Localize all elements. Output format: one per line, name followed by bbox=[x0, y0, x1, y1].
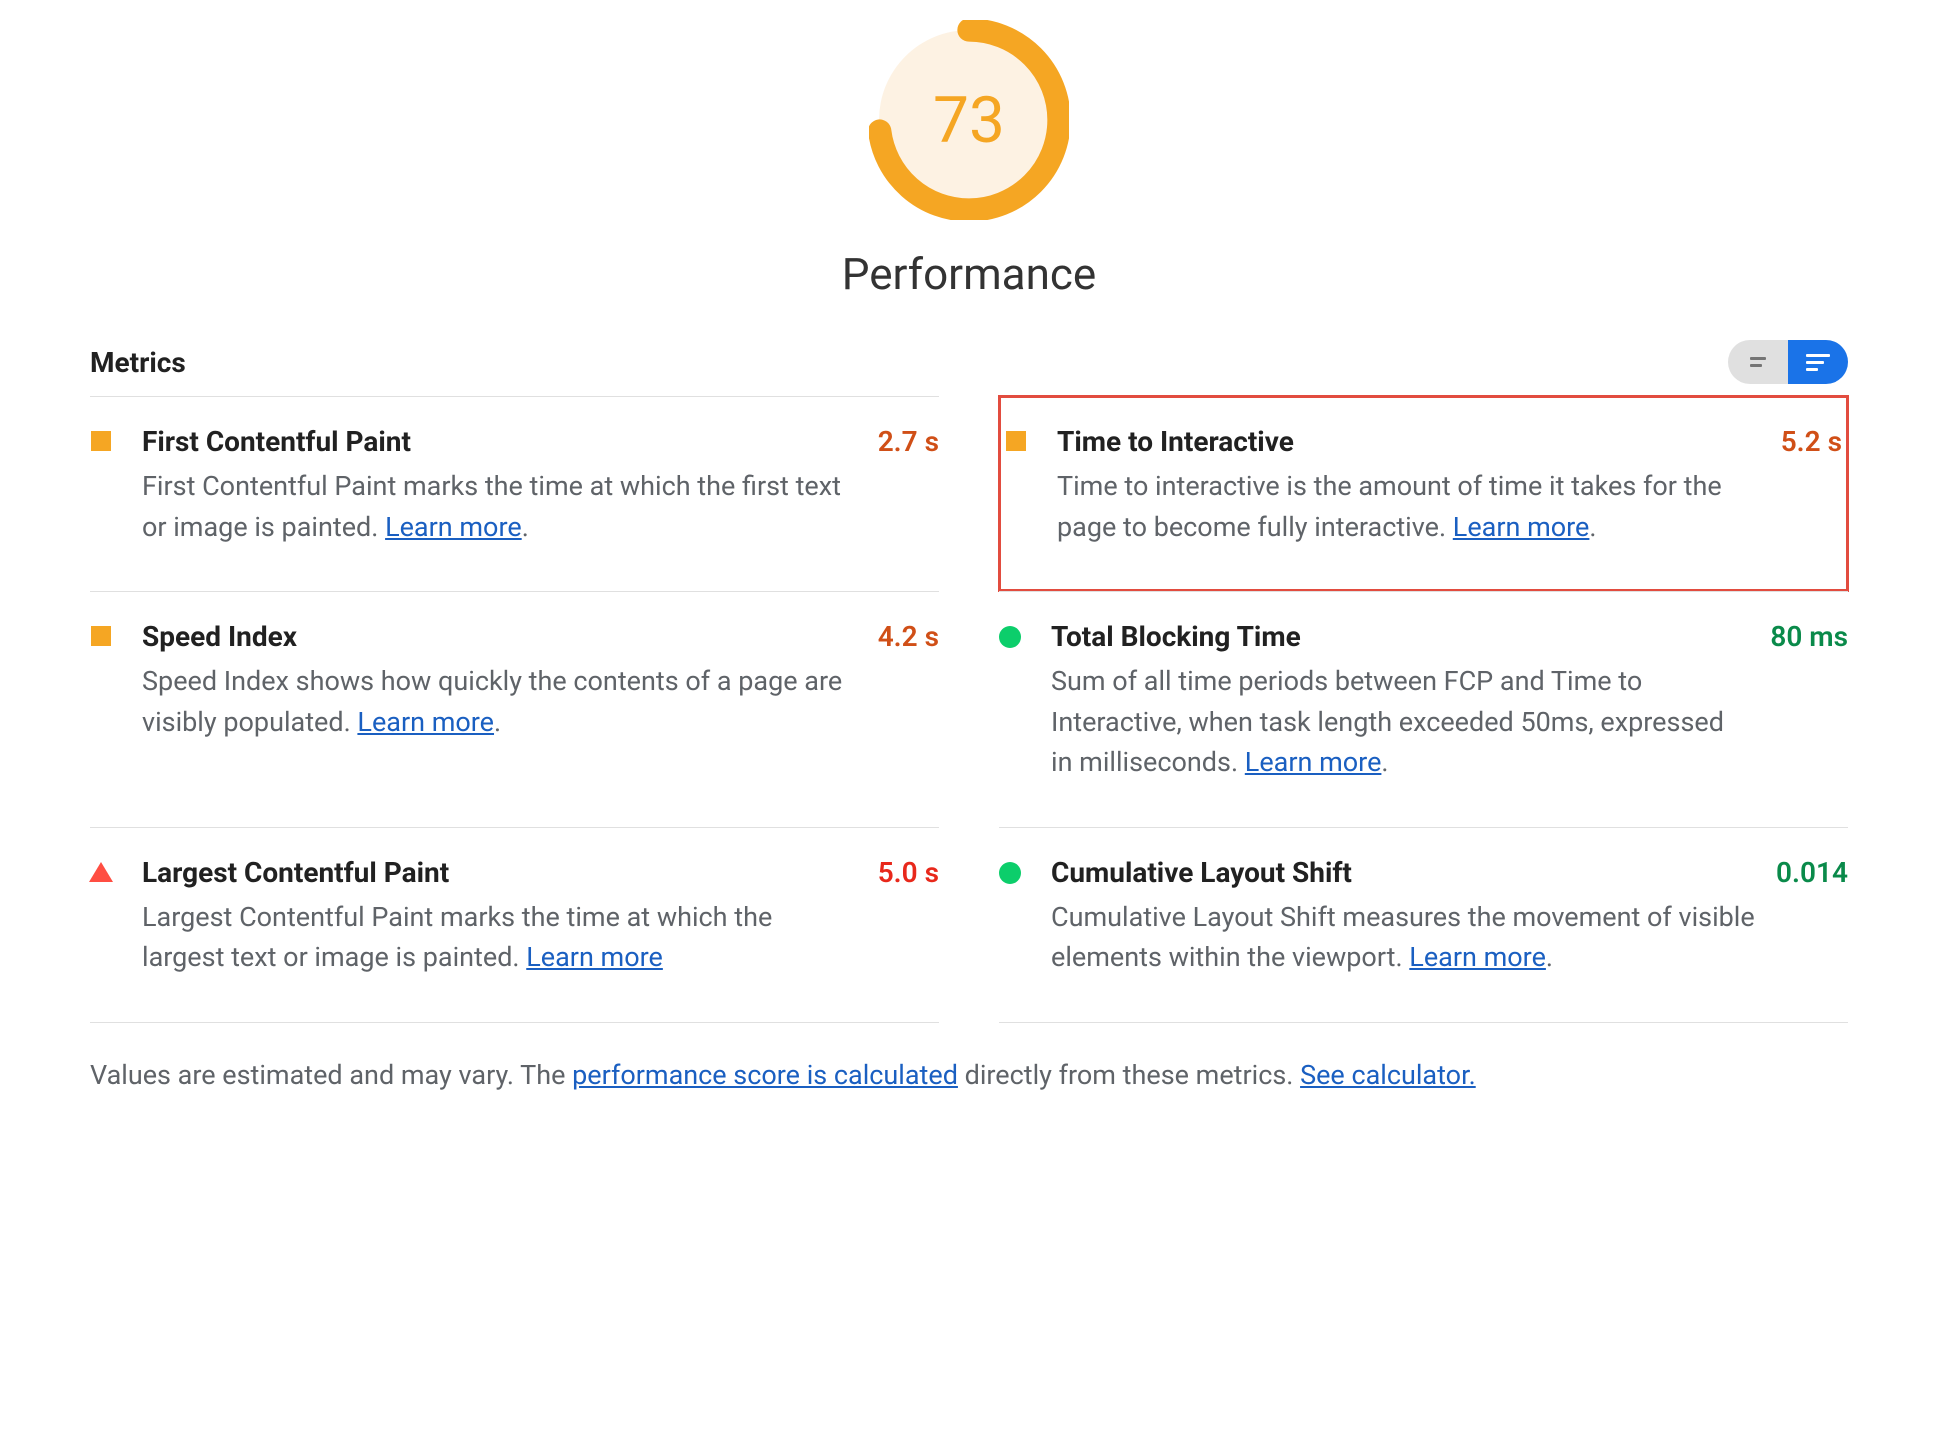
metric-total-blocking-time: Total Blocking Time Sum of all time perio… bbox=[999, 591, 1848, 827]
expanded-view-icon bbox=[1806, 354, 1830, 371]
trailing-period: . bbox=[1381, 746, 1388, 778]
footer-note: Values are estimated and may vary. The p… bbox=[90, 1033, 1848, 1091]
metric-title: Time to Interactive bbox=[1057, 425, 1761, 458]
trailing-period: . bbox=[522, 511, 529, 543]
score-gauge: 73 bbox=[869, 20, 1069, 220]
metric-description-text: Largest Contentful Paint marks the time … bbox=[142, 901, 772, 974]
trailing-period: . bbox=[1589, 511, 1596, 543]
metric-title: Total Blocking Time bbox=[1051, 620, 1750, 653]
metric-title: Largest Contentful Paint bbox=[142, 856, 858, 889]
learn-more-link[interactable]: Learn more bbox=[1453, 511, 1590, 543]
trailing-period: . bbox=[1546, 941, 1553, 973]
metric-largest-contentful-paint: Largest Contentful Paint Largest Contentf… bbox=[90, 827, 939, 1022]
view-toggle-compact[interactable] bbox=[1728, 340, 1788, 384]
footer-link-score-calculated[interactable]: performance score is calculated bbox=[572, 1059, 958, 1091]
learn-more-link[interactable]: Learn more bbox=[526, 941, 663, 973]
metric-first-contentful-paint: First Contentful Paint First Contentful P… bbox=[90, 396, 939, 591]
gauge-score-value: 73 bbox=[869, 20, 1069, 220]
metric-description: Sum of all time periods between FCP and … bbox=[1051, 661, 1750, 783]
metric-body: Total Blocking Time Sum of all time perio… bbox=[1051, 620, 1770, 783]
metric-body: Cumulative Layout Shift Cumulative Layout… bbox=[1051, 856, 1776, 978]
square-status-icon bbox=[90, 431, 112, 451]
circle-status-icon bbox=[999, 862, 1021, 884]
metric-title: First Contentful Paint bbox=[142, 425, 858, 458]
metric-body: Time to Interactive Time to interactive i… bbox=[1057, 425, 1781, 547]
metric-value: 4.2 s bbox=[878, 620, 939, 653]
metric-value: 5.2 s bbox=[1781, 425, 1842, 458]
metric-description: Speed Index shows how quickly the conten… bbox=[142, 661, 858, 742]
circle-status-icon bbox=[999, 626, 1021, 648]
metric-description: First Contentful Paint marks the time at… bbox=[142, 466, 858, 547]
metric-description: Cumulative Layout Shift measures the mov… bbox=[1051, 897, 1756, 978]
score-gauge-section: 73 Performance bbox=[90, 20, 1848, 300]
metric-value: 80 ms bbox=[1770, 620, 1848, 653]
square-status-icon bbox=[1005, 431, 1027, 451]
metric-time-to-interactive: Time to Interactive Time to interactive i… bbox=[999, 396, 1848, 591]
metrics-heading: Metrics bbox=[90, 346, 186, 379]
metrics-header: Metrics bbox=[90, 340, 1848, 384]
footer-link-see-calculator[interactable]: See calculator. bbox=[1300, 1059, 1476, 1091]
square-status-icon bbox=[90, 626, 112, 646]
view-toggle bbox=[1728, 340, 1848, 384]
learn-more-link[interactable]: Learn more bbox=[1409, 941, 1546, 973]
triangle-status-icon bbox=[90, 862, 112, 882]
metric-value: 5.0 s bbox=[878, 856, 939, 889]
footer-middle: directly from these metrics. bbox=[958, 1059, 1300, 1091]
learn-more-link[interactable]: Learn more bbox=[385, 511, 522, 543]
metric-body: Speed Index Speed Index shows how quickly… bbox=[142, 620, 878, 742]
metric-description-text: Cumulative Layout Shift measures the mov… bbox=[1051, 901, 1755, 974]
footer-prefix: Values are estimated and may vary. The bbox=[90, 1059, 572, 1091]
metrics-bottom-border-row bbox=[90, 1022, 1848, 1023]
compact-view-icon bbox=[1750, 357, 1766, 367]
metric-body: Largest Contentful Paint Largest Contentf… bbox=[142, 856, 878, 978]
metric-title: Speed Index bbox=[142, 620, 858, 653]
learn-more-link[interactable]: Learn more bbox=[1245, 746, 1382, 778]
metric-description: Time to interactive is the amount of tim… bbox=[1057, 466, 1761, 547]
trailing-period: . bbox=[494, 706, 501, 738]
metric-description: Largest Contentful Paint marks the time … bbox=[142, 897, 858, 978]
metric-description-text: Time to interactive is the amount of tim… bbox=[1057, 470, 1722, 543]
metric-value: 2.7 s bbox=[878, 425, 939, 458]
metric-value: 0.014 bbox=[1776, 856, 1848, 889]
view-toggle-expanded[interactable] bbox=[1788, 340, 1848, 384]
metric-body: First Contentful Paint First Contentful P… bbox=[142, 425, 878, 547]
learn-more-link[interactable]: Learn more bbox=[357, 706, 494, 738]
gauge-title: Performance bbox=[842, 248, 1097, 300]
metric-speed-index: Speed Index Speed Index shows how quickly… bbox=[90, 591, 939, 827]
metrics-grid: First Contentful Paint First Contentful P… bbox=[90, 396, 1848, 1022]
metric-title: Cumulative Layout Shift bbox=[1051, 856, 1756, 889]
metric-cumulative-layout-shift: Cumulative Layout Shift Cumulative Layout… bbox=[999, 827, 1848, 1022]
